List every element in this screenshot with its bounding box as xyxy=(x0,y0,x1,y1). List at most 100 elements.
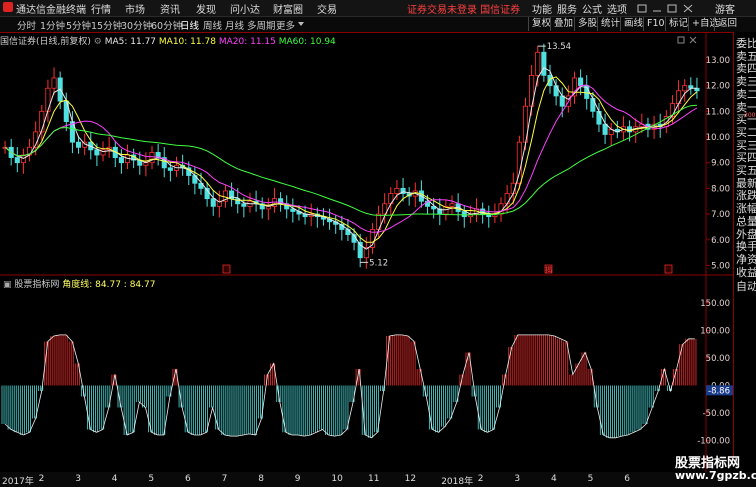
quote-panel-auto[interactable]: 自动 xyxy=(736,278,756,294)
event-marker-icon[interactable] xyxy=(222,264,231,274)
close-panel-icon[interactable] xyxy=(689,36,697,44)
window-controls xyxy=(637,4,693,13)
app-logo-icon xyxy=(3,2,13,12)
skin-icon[interactable] xyxy=(637,4,647,13)
guest-label[interactable]: 游客 xyxy=(715,1,735,16)
menu-item-options[interactable]: 选项 xyxy=(607,1,627,16)
x-date-label: 4 xyxy=(111,474,118,484)
x-date-label: 5 xyxy=(587,474,594,484)
candle-body xyxy=(241,203,247,207)
candle-body xyxy=(14,157,20,164)
indicator-value: 角度线: 84.77 : 84.77 xyxy=(62,280,156,290)
sub-indicator-label: ▣ 股票指标网 角度线: 84.77 : 84.77 xyxy=(3,277,155,290)
period-1min[interactable]: 1分钟 xyxy=(40,18,65,32)
candle-body xyxy=(449,203,455,207)
menu-item-service[interactable]: 服务 xyxy=(557,1,577,16)
x-date-label: 2017年 xyxy=(2,477,34,487)
candle-body xyxy=(345,229,351,236)
menu-item-market-quotes[interactable]: 行情 xyxy=(91,1,111,16)
tool-f10[interactable]: F10 xyxy=(643,17,668,31)
menu-item-discover[interactable]: 发现 xyxy=(196,1,216,16)
angle-line-bars xyxy=(1,334,697,439)
tool-overlay[interactable]: 叠加 xyxy=(550,17,576,31)
period-60min[interactable]: 60分钟 xyxy=(151,18,182,32)
current-value-label: -8.86 xyxy=(708,386,730,396)
x-date-label: 6 xyxy=(185,474,191,484)
maximize-icon[interactable] xyxy=(667,4,677,13)
high-label: 13.54 xyxy=(547,42,571,52)
y-tick-label: 12.00 xyxy=(706,82,730,92)
sub-y-tick-label: -50.00 xyxy=(703,409,730,419)
period-weekly[interactable]: 周线 xyxy=(203,18,222,32)
period-intraday[interactable]: 分时 xyxy=(17,18,36,32)
x-date-label: 8 xyxy=(258,474,264,484)
x-date-label: 11 xyxy=(368,474,380,484)
candle-body xyxy=(167,167,173,171)
x-date-label: 2 xyxy=(477,474,484,484)
quote-badge: 300 xyxy=(744,112,756,119)
x-date-label: 3 xyxy=(514,474,521,484)
price-grid: 13.00 12.00 11.00 10.00 9.00 8.00 7.00 6.00 5.00 xyxy=(677,32,730,472)
sub-y-tick-label: 150.00 xyxy=(700,299,730,309)
menu-item-news[interactable]: 资讯 xyxy=(160,1,180,16)
expand-icon[interactable] xyxy=(677,36,685,44)
candle-body xyxy=(394,187,400,194)
sub-y-tick-label: 100.00 xyxy=(700,327,730,337)
indicator-menu-icon[interactable]: ▣ xyxy=(3,280,12,290)
chart-annotations: 13.54 5.12 揭 xyxy=(222,42,673,274)
y-tick-label: 6.00 xyxy=(711,236,730,246)
period-daily[interactable]: 日线 xyxy=(180,18,199,32)
period-30min[interactable]: 30分钟 xyxy=(121,18,152,32)
candle-body xyxy=(51,77,57,89)
event-marker-icon[interactable] xyxy=(664,264,673,274)
y-tick-label: 9.00 xyxy=(711,159,730,169)
period-more[interactable]: 更多 xyxy=(276,18,295,32)
candle-body xyxy=(682,85,688,92)
chevron-down-icon[interactable] xyxy=(298,22,304,27)
y-tick-label: 11.00 xyxy=(706,107,730,117)
candle-body xyxy=(504,193,510,205)
y-tick-label: 13.00 xyxy=(706,56,730,66)
login-warning[interactable]: 证券交易未登录 国信证券 xyxy=(407,1,520,16)
x-date-label: 9 xyxy=(294,474,301,484)
x-date-label: 10 xyxy=(331,474,343,484)
period-15min[interactable]: 15分钟 xyxy=(91,18,122,32)
period-monthly[interactable]: 月线 xyxy=(225,18,244,32)
sub-y-tick-label: -100.00 xyxy=(697,437,730,447)
candle-body xyxy=(602,123,608,135)
x-date-label: 2 xyxy=(38,474,45,484)
menu-item-market[interactable]: 市场 xyxy=(125,1,145,16)
quote-panel: 委比 卖五 卖四 卖三 卖二 卖一 买一 买二 买三 买四 买五 最新 涨跌 涨幅 总量 外盘 换手 净资 收益 30… xyxy=(733,32,756,460)
candle-body xyxy=(210,198,216,207)
candle-body xyxy=(553,85,559,97)
y-tick-label: 7.00 xyxy=(711,210,730,220)
menu-item-ask[interactable]: 问小达 xyxy=(230,1,260,16)
candle-body xyxy=(578,77,584,87)
candlestick-series xyxy=(2,43,700,269)
y-tick-label: 5.00 xyxy=(711,261,730,271)
candle-body xyxy=(541,51,547,76)
candle-body xyxy=(461,211,467,218)
main-chart[interactable]: 13.00 12.00 11.00 10.00 9.00 8.00 7.00 6.00 5.00… xyxy=(0,32,733,472)
menu-item-trade[interactable]: 交易 xyxy=(317,1,337,16)
candle-body xyxy=(118,157,124,164)
y-tick-label: 10.00 xyxy=(706,133,730,143)
period-multi[interactable]: 多周期 xyxy=(247,18,276,32)
indicator-name: 股票指标网 xyxy=(14,280,60,290)
x-date-label: 2018年 xyxy=(441,477,474,487)
close-icon[interactable] xyxy=(683,4,693,13)
x-date-label: 12 xyxy=(404,474,417,484)
menu-item-formula[interactable]: 公式 xyxy=(582,1,602,16)
y-tick-label: 8.00 xyxy=(711,184,730,194)
candle-body xyxy=(94,149,100,156)
candle-body xyxy=(45,87,51,112)
candle-body xyxy=(547,74,553,87)
x-date-label: 6 xyxy=(624,474,630,484)
ma-line xyxy=(4,104,697,216)
candle-body xyxy=(559,95,565,107)
period-5min[interactable]: 5分钟 xyxy=(66,18,91,32)
menu-item-function[interactable]: 功能 xyxy=(532,1,552,16)
tool-back[interactable]: 返回 xyxy=(714,17,740,31)
menu-item-wealth[interactable]: 财富圈 xyxy=(273,1,303,16)
event-badge: 揭 xyxy=(545,265,552,274)
